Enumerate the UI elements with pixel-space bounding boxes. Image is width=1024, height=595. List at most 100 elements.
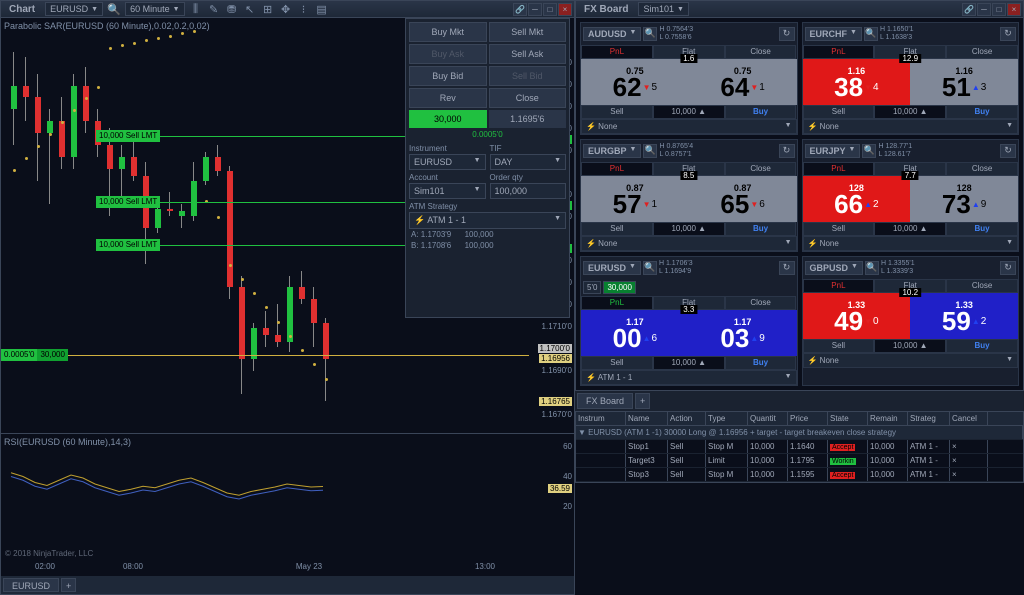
refresh-icon[interactable]: ↻ — [779, 261, 795, 275]
qty-field[interactable]: 10,000 ▲ — [653, 222, 725, 236]
trade-toggle-icon[interactable]: ▤ — [315, 2, 329, 16]
close-tab[interactable]: Close — [725, 296, 797, 310]
search-icon[interactable]: 🔍 — [643, 261, 657, 275]
add-tab-button[interactable]: + — [635, 393, 650, 409]
column-header[interactable]: Strateg — [908, 412, 950, 425]
pan-icon[interactable]: ✥ — [279, 2, 293, 16]
close-tab[interactable]: Close — [946, 279, 1018, 293]
order-row[interactable]: Stop1SellStop M10,0001.1640Accept10,000A… — [576, 440, 1023, 454]
atm-select[interactable]: ⚡ None▼ — [581, 119, 797, 134]
atm-select[interactable]: ⚡ None▼ — [803, 119, 1019, 134]
refresh-icon[interactable]: ↻ — [1000, 27, 1016, 41]
atm-select[interactable]: ⚡ None▼ — [803, 353, 1019, 368]
qty-field[interactable]: 10,000 ▲ — [874, 105, 946, 119]
database-icon[interactable]: ⛃ — [225, 2, 239, 16]
pnl-tab[interactable]: PnL — [803, 45, 875, 59]
close-tab[interactable]: Close — [946, 162, 1018, 176]
fxboard-tab[interactable]: FX Board — [577, 393, 633, 409]
cancel-order-button[interactable]: × — [950, 454, 988, 467]
cancel-order-button[interactable]: × — [950, 440, 988, 453]
indicators-icon[interactable]: ⫼ — [189, 2, 203, 16]
qty-field[interactable]: 10,000 ▲ — [653, 356, 725, 370]
arrow-icon[interactable]: ↖ — [243, 2, 257, 16]
qty-field[interactable]: 10,000 ▲ — [653, 105, 725, 119]
link-icon[interactable]: 🔗 — [513, 3, 527, 16]
cancel-order-button[interactable]: × — [950, 468, 988, 481]
buy-button[interactable]: 0.7564▼1 — [689, 59, 797, 105]
link-icon[interactable]: 🔗 — [962, 3, 976, 16]
search-icon[interactable]: 🔍 — [107, 2, 121, 16]
symbol-dropdown[interactable]: EURUSD▼ — [45, 2, 103, 16]
qty-field[interactable]: 10,000 ▲ — [874, 339, 946, 353]
sell-bid-button[interactable]: Sell Bid — [489, 66, 567, 86]
maximize-button[interactable]: □ — [992, 3, 1006, 16]
close-tab[interactable]: Close — [946, 45, 1018, 59]
atm-select[interactable]: ⚡ ATM 1 - 1▼ — [409, 212, 566, 229]
buy-button[interactable]: 0.8765▼6 — [689, 176, 797, 222]
close-tab[interactable]: Close — [725, 45, 797, 59]
close-tab[interactable]: Close — [725, 162, 797, 176]
column-header[interactable]: State — [828, 412, 868, 425]
buy-bid-button[interactable]: Buy Bid — [409, 66, 487, 86]
refresh-icon[interactable]: ↻ — [779, 144, 795, 158]
settings-icon[interactable]: ⁝ — [297, 2, 311, 16]
timeframe-dropdown[interactable]: 60 Minute▼ — [125, 2, 184, 16]
search-icon[interactable]: 🔍 — [865, 261, 879, 275]
sell-button[interactable]: 0.8757▼1 — [581, 176, 689, 222]
refresh-icon[interactable]: ↻ — [1000, 261, 1016, 275]
minimize-button[interactable]: ─ — [528, 3, 542, 16]
sell-ask-button[interactable]: Sell Ask — [489, 44, 567, 64]
buy-button[interactable]: 12873▲9 — [910, 176, 1018, 222]
minimize-button[interactable]: ─ — [977, 3, 991, 16]
order-row[interactable]: Target3SellLimit10,0001.1795Workin10,000… — [576, 454, 1023, 468]
column-header[interactable]: Remain — [868, 412, 908, 425]
rev-button[interactable]: Rev — [409, 88, 487, 108]
pnl-tab[interactable]: PnL — [581, 296, 653, 310]
search-icon[interactable]: 🔍 — [862, 144, 876, 158]
add-tab-button[interactable]: + — [61, 578, 76, 592]
buy-button[interactable]: 1.1651▲3 — [910, 59, 1018, 105]
orderqty-field[interactable]: 100,000 — [490, 183, 567, 199]
fx-symbol[interactable]: EURCHF ▼ — [805, 27, 862, 41]
order-row[interactable]: Stop3SellStop M10,0001.1595Accept10,000A… — [576, 468, 1023, 482]
fx-symbol[interactable]: EURJPY ▼ — [805, 144, 861, 158]
column-header[interactable]: Action — [668, 412, 706, 425]
pnl-tab[interactable]: PnL — [581, 45, 653, 59]
sell-button[interactable]: 12866▲2 — [803, 176, 911, 222]
column-header[interactable]: Type — [706, 412, 748, 425]
pnl-tab[interactable]: PnL — [803, 279, 875, 293]
search-icon[interactable]: 🔍 — [643, 144, 657, 158]
buy-button[interactable]: 1.1703▲9 — [689, 310, 797, 356]
buy-mkt-button[interactable]: Buy Mkt — [409, 22, 487, 42]
buy-button[interactable]: 1.3359▲2 — [910, 293, 1018, 339]
buy-ask-button[interactable]: Buy Ask — [409, 44, 487, 64]
column-header[interactable]: Quantit — [748, 412, 788, 425]
fx-symbol[interactable]: AUDUSD ▼ — [583, 27, 641, 41]
column-header[interactable]: Cancel — [950, 412, 988, 425]
tif-select[interactable]: DAY▼ — [490, 154, 567, 170]
qty-field[interactable]: 10,000 ▲ — [874, 222, 946, 236]
atm-select[interactable]: ⚡ ATM 1 - 1▼ — [581, 370, 797, 385]
atm-select[interactable]: ⚡ None▼ — [581, 236, 797, 251]
close-button[interactable]: Close — [489, 88, 567, 108]
account-select[interactable]: Sim101▼ — [409, 183, 486, 199]
refresh-icon[interactable]: ↻ — [779, 27, 795, 41]
qty-field[interactable]: 30,000 — [409, 110, 487, 128]
fx-symbol[interactable]: EURUSD ▼ — [583, 261, 641, 275]
fx-symbol[interactable]: EURGBP ▼ — [583, 144, 641, 158]
search-icon[interactable]: 🔍 — [864, 27, 878, 41]
instrument-select[interactable]: EURUSD▼ — [409, 154, 486, 170]
pnl-tab[interactable]: PnL — [803, 162, 875, 176]
column-header[interactable]: Instrum — [576, 412, 626, 425]
atm-select[interactable]: ⚡ None▼ — [803, 236, 1019, 251]
close-button[interactable]: × — [1007, 3, 1021, 16]
sell-button[interactable]: 0.7562▼5 — [581, 59, 689, 105]
sell-button[interactable]: 1.1638▼4 — [803, 59, 911, 105]
column-header[interactable]: Name — [626, 412, 668, 425]
sell-button[interactable]: 1.3349▼0 — [803, 293, 911, 339]
zoom-icon[interactable]: ⊞ — [261, 2, 275, 16]
column-header[interactable]: Price — [788, 412, 828, 425]
pnl-tab[interactable]: PnL — [581, 162, 653, 176]
maximize-button[interactable]: □ — [543, 3, 557, 16]
close-button[interactable]: × — [558, 3, 572, 16]
